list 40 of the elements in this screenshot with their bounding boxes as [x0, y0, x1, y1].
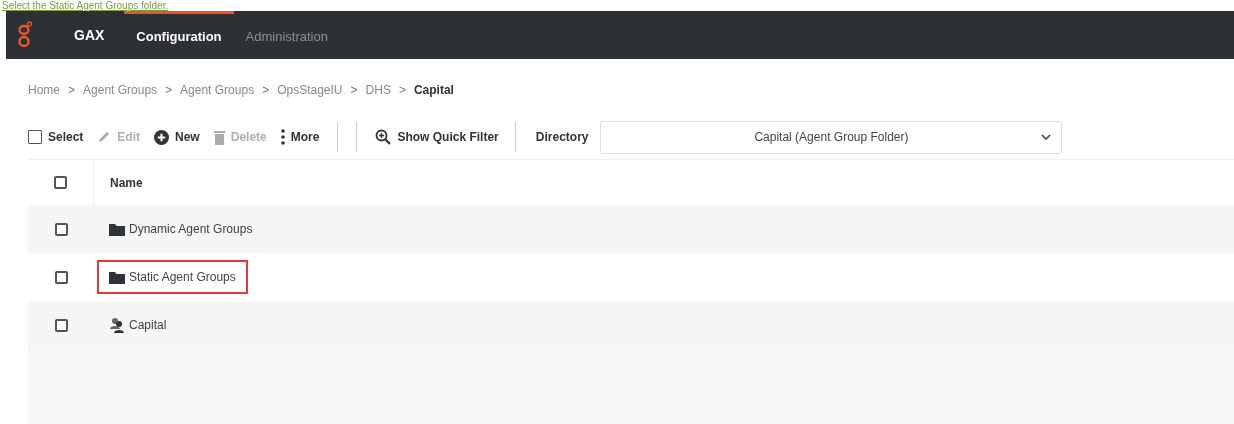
separator-icon: > [165, 81, 173, 99]
row-name: Capital [129, 317, 167, 334]
chevron-down-icon [1041, 134, 1052, 140]
nav-tab[interactable]: Configuration [124, 11, 234, 59]
filter-button[interactable]: Show Quick Filter [375, 128, 499, 146]
column-header[interactable]: Name [94, 160, 143, 205]
separator-icon: > [398, 81, 406, 99]
more-button[interactable]: More [280, 128, 320, 146]
breadcrumb-link[interactable]: OpsStageIU [277, 81, 343, 99]
breadcrumb-current: Capital [413, 82, 454, 99]
checkbox[interactable] [54, 176, 67, 189]
search-icon [375, 129, 392, 145]
breadcrumb-link[interactable]: Agent Groups [180, 81, 255, 99]
separator-icon: > [68, 81, 76, 99]
breadcrumb-link[interactable]: Home [28, 81, 60, 99]
row-name: Static Agent Groups [129, 269, 236, 286]
table-row[interactable]: Static Agent Groups [28, 253, 1234, 301]
breadcrumb-link[interactable]: Agent Groups [83, 81, 158, 99]
checkbox[interactable] [54, 270, 68, 284]
plus-circle-icon [154, 129, 170, 145]
more-icon [280, 129, 285, 145]
separator-icon: > [350, 81, 358, 99]
checkbox-icon [28, 130, 42, 144]
directory-label: Directory [535, 129, 589, 146]
checkbox[interactable] [54, 222, 68, 236]
trash-icon [213, 129, 225, 145]
directory-dropdown[interactable]: Capital (Agent Group Folder) [600, 120, 1063, 154]
checkbox[interactable] [54, 318, 68, 332]
folder-icon [109, 270, 125, 284]
pencil-icon [97, 130, 112, 144]
row-name: Dynamic Agent Groups [129, 221, 253, 238]
people-icon [109, 317, 125, 333]
brand-name: GAX [74, 25, 105, 45]
folder-icon [109, 222, 125, 236]
logo-icon [18, 21, 32, 49]
nav-tab[interactable]: Administration [233, 11, 340, 59]
select-button[interactable]: Select [28, 128, 84, 146]
new-button[interactable]: New [154, 128, 200, 146]
separator-icon: > [262, 81, 270, 99]
breadcrumb-link[interactable]: DHS [365, 81, 391, 99]
